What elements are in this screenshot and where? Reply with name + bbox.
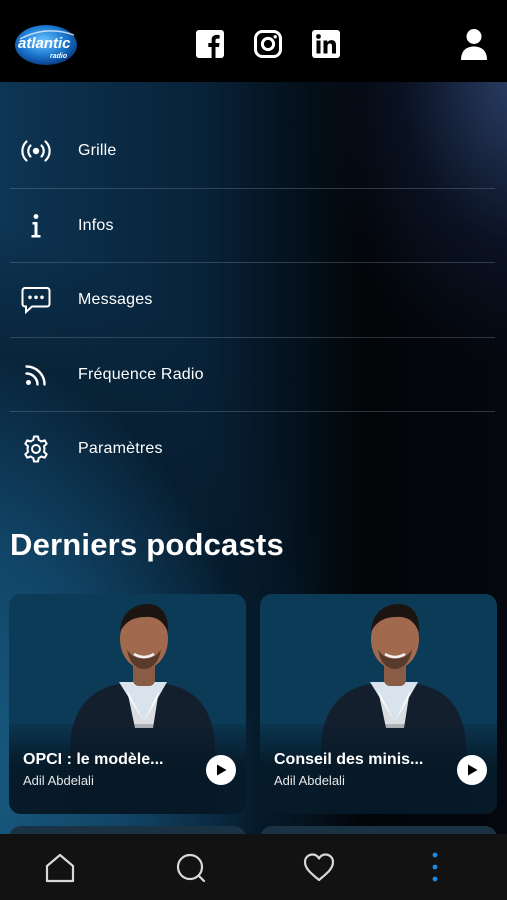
play-icon	[468, 764, 478, 776]
facebook-icon[interactable]	[195, 29, 225, 59]
menu-item-grille[interactable]: Grille	[0, 114, 507, 189]
menu-item-parametres[interactable]: Paramètres	[0, 412, 507, 487]
home-icon[interactable]	[43, 851, 77, 885]
instagram-icon[interactable]	[253, 29, 283, 59]
play-button[interactable]	[457, 755, 487, 785]
more-vertical-icon[interactable]	[418, 851, 452, 885]
heart-icon[interactable]	[302, 851, 336, 885]
top-bar: atlantic radio	[0, 0, 507, 82]
podcast-author: Adil Abdelali	[23, 773, 94, 788]
menu-label-infos: Infos	[78, 216, 114, 234]
info-icon	[20, 210, 52, 242]
menu-label-frequence-radio: Fréquence Radio	[78, 365, 204, 383]
menu-item-messages[interactable]: Messages	[0, 263, 507, 338]
atlantic-radio-logo[interactable]: atlantic radio	[14, 21, 78, 67]
broadcast-icon	[20, 135, 52, 167]
menu-item-frequence-radio[interactable]: Fréquence Radio	[0, 338, 507, 412]
bottom-navigation	[0, 834, 507, 900]
menu-label-messages: Messages	[78, 291, 153, 309]
podcast-author: Adil Abdelali	[274, 773, 345, 788]
message-icon	[20, 284, 52, 316]
podcast-title: Conseil des minis...	[274, 751, 424, 768]
podcast-card[interactable]: Conseil des minis... Adil Abdelali	[260, 594, 497, 814]
podcast-title: OPCI : le modèle...	[23, 751, 164, 768]
side-menu: Grille Infos Messages Fréquence Radio Pa…	[0, 114, 507, 487]
user-profile-icon[interactable]	[459, 27, 489, 61]
search-icon[interactable]	[174, 851, 208, 885]
rss-icon	[20, 359, 52, 391]
menu-item-infos[interactable]: Infos	[0, 189, 507, 263]
gear-icon	[20, 433, 52, 465]
menu-label-parametres: Paramètres	[78, 440, 163, 458]
logo-text: atlantic	[18, 35, 71, 52]
logo-subtext: radio	[50, 53, 68, 60]
podcast-card[interactable]: OPCI : le modèle... Adil Abdelali	[9, 594, 246, 814]
app-screen: atlantic radio Grille Infos Messages Fré…	[0, 0, 507, 900]
play-icon	[217, 764, 227, 776]
section-title-podcasts: Derniers podcasts	[10, 527, 284, 562]
menu-label-grille: Grille	[78, 142, 117, 160]
linkedin-icon[interactable]	[311, 29, 341, 59]
play-button[interactable]	[206, 755, 236, 785]
